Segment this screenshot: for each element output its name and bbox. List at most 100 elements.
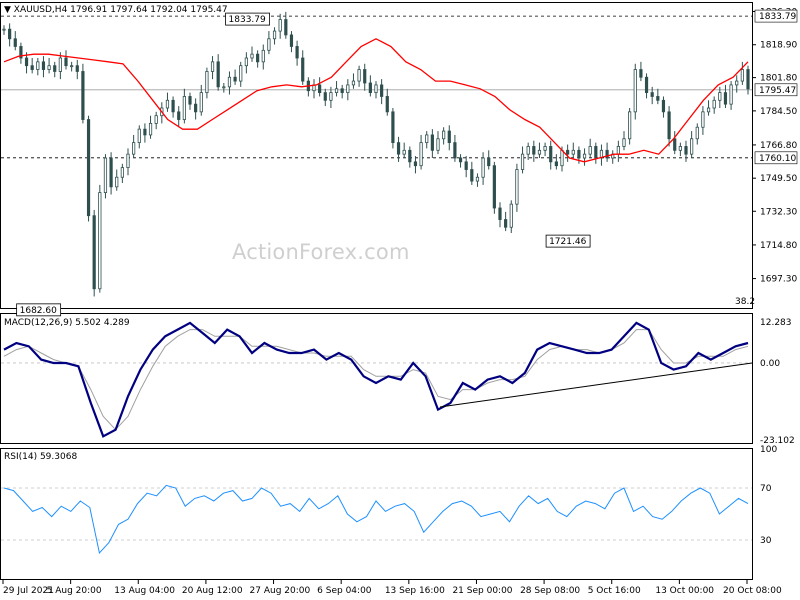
- candle-body: [120, 167, 124, 178]
- candle-body: [436, 138, 440, 151]
- candle-body: [729, 84, 733, 105]
- candle-body: [70, 65, 74, 68]
- price-badge-label: 1760.10: [759, 154, 796, 164]
- candle-body: [233, 76, 237, 82]
- candle-body: [13, 38, 17, 47]
- candle-body: [182, 96, 186, 120]
- candle-body: [453, 142, 457, 159]
- price-callout-label: 1833.79: [229, 15, 266, 25]
- chart-canvas: 1833.791721.461682.6038.2 1836.201818.90…: [0, 2, 797, 596]
- x-tick-label: 27 Aug 20:00: [250, 586, 311, 596]
- candle-body: [537, 149, 542, 155]
- candle-body: [318, 84, 322, 94]
- candle-body: [2, 28, 6, 31]
- candle-body: [58, 57, 62, 72]
- candle-body: [222, 86, 226, 89]
- candle-body: [532, 146, 536, 155]
- price-tick-label: 1732.30: [760, 207, 797, 217]
- candle-body: [712, 99, 716, 109]
- candle-body: [425, 134, 429, 144]
- candle-body: [402, 149, 406, 155]
- candle-body: [701, 111, 705, 128]
- x-tick-label: 13 Aug 04:00: [114, 586, 175, 596]
- candle-body: [504, 219, 508, 228]
- candle-body: [385, 96, 389, 113]
- candle-body: [690, 138, 694, 155]
- candle-body: [210, 61, 215, 72]
- price-tick-label: 1784.50: [760, 107, 797, 117]
- candle-body: [520, 153, 525, 170]
- rsi-line: [3, 484, 749, 555]
- candle-body: [86, 119, 91, 217]
- candle-body: [526, 146, 530, 155]
- candle-body: [667, 111, 671, 140]
- candle-body: [566, 149, 570, 155]
- candle-body: [284, 19, 288, 36]
- candle-body: [53, 65, 57, 72]
- candle-body: [188, 96, 192, 105]
- candle-body: [289, 34, 294, 47]
- candle-body: [103, 157, 108, 194]
- candle-body: [735, 80, 739, 86]
- candle-body: [588, 146, 592, 155]
- candle-body: [447, 130, 451, 144]
- candle-body: [723, 92, 728, 105]
- candle-body: [419, 142, 423, 167]
- price-tick-label: 1749.50: [760, 174, 797, 184]
- candle-body: [47, 65, 51, 70]
- candle-body: [24, 57, 29, 67]
- candle-body: [622, 138, 626, 147]
- candle-body: [109, 157, 113, 188]
- candle-body: [430, 134, 434, 151]
- candle-body: [594, 146, 598, 159]
- x-tick-label: 13 Oct 00:00: [655, 586, 714, 596]
- candle-body: [442, 130, 446, 140]
- rsi-tick-label: 100: [760, 445, 777, 455]
- candle-body: [571, 149, 575, 155]
- price-callout-label: 1721.46: [549, 237, 586, 247]
- candle-body: [250, 53, 254, 59]
- price-badge-label: 1833.79: [759, 12, 796, 22]
- rsi-tick-label: 30: [760, 536, 772, 546]
- candle-body: [644, 76, 649, 94]
- candle-body: [549, 146, 553, 163]
- candle-body: [628, 111, 632, 140]
- x-tick-label: 5 Oct 16:00: [588, 586, 641, 596]
- candle-body: [413, 161, 418, 167]
- x-tick-label: 21 Sep 00:00: [452, 586, 512, 596]
- candle-body: [560, 149, 564, 167]
- candle-body: [205, 71, 209, 94]
- candle-body: [661, 99, 666, 113]
- candle-body: [515, 169, 519, 205]
- candle-body: [475, 176, 480, 182]
- macd-title: MACD(12,26,9) 5.502 4.289: [4, 318, 130, 328]
- candle-body: [706, 107, 711, 113]
- candle-body: [458, 157, 463, 163]
- candle-body: [216, 61, 220, 88]
- candle-body: [301, 57, 305, 82]
- candle-body: [396, 142, 401, 155]
- candle-body: [165, 99, 170, 109]
- candle-body: [695, 126, 699, 140]
- candle-body: [334, 88, 339, 94]
- candle-body: [408, 149, 412, 163]
- candle-body: [126, 153, 130, 169]
- collapse-triangle-icon[interactable]: ▼: [4, 5, 11, 15]
- candle-body: [272, 30, 277, 40]
- price-plot: 1833.79 1721.46 1682.60 38.2: [1, 11, 755, 317]
- candle-body: [267, 38, 271, 51]
- candle-body: [554, 161, 558, 167]
- candle-body: [464, 161, 468, 170]
- candle-body: [92, 215, 96, 290]
- candle-body: [577, 149, 581, 159]
- rsi-tick-label: 70: [760, 484, 772, 494]
- candle-body: [481, 157, 485, 178]
- x-tick-label: 20 Aug 12:00: [182, 586, 243, 596]
- candle-body: [36, 61, 40, 70]
- candle-body: [227, 76, 232, 88]
- axes: 1836.201818.901801.801784.501766.801749.…: [2, 7, 797, 596]
- candle-body: [194, 103, 198, 113]
- candle-body: [363, 69, 367, 84]
- x-tick-label: 20 Oct 08:00: [723, 586, 782, 596]
- candle-body: [171, 99, 175, 113]
